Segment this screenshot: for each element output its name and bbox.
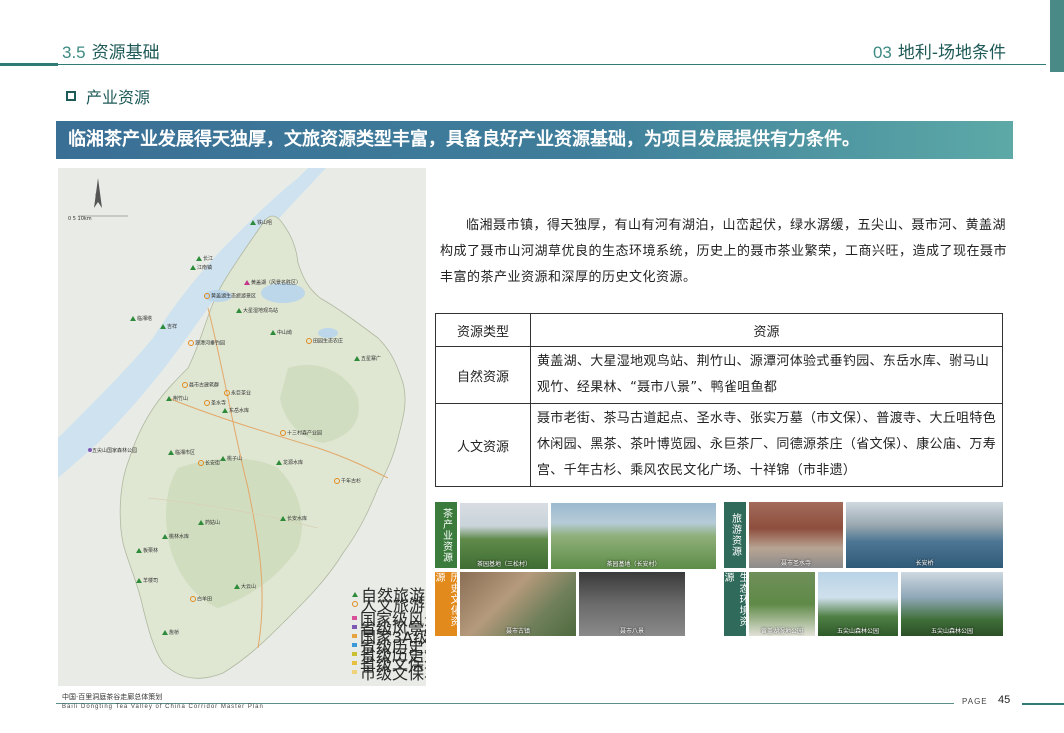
intro-paragraph: 临湘聂市镇，得天独厚，有山有河有湖泊，山峦起伏，绿水潺缓，五尖山、聂市河、黄盖湖…: [440, 218, 1008, 285]
photo-tea-garden-1: 茶园基地（三松村）: [460, 503, 548, 569]
photo-old-town: 聂市古镇: [460, 572, 576, 636]
header-divider: [0, 64, 1046, 65]
map-place: 长江: [196, 256, 213, 262]
table-cell-value: 黄盖湖、大星湿地观鸟站、荆竹山、源潭河体验式垂钓园、东岳水库、驸马山观竹、经果林…: [530, 346, 1003, 404]
map-place: 荆竹山: [166, 396, 188, 402]
map-scale-label: 0 5 10km: [68, 216, 92, 222]
section-header-left: 3.5 资源基础: [62, 38, 160, 63]
map-place: 长安水库: [280, 516, 307, 522]
map-place: 聂市古建筑群: [182, 382, 219, 389]
map-place: 桃子山: [220, 456, 242, 462]
map-place: 十三村森产业园: [280, 430, 322, 437]
footer-divider-accent: [1022, 703, 1064, 705]
section-header-title: 资源基础: [91, 43, 160, 63]
table-cell-type: 自然资源: [435, 346, 531, 404]
map-place: 临湘塔: [130, 316, 152, 322]
map-place: 大云山: [234, 584, 256, 590]
photo-caption: 聂市圣水寺: [780, 560, 811, 567]
map-place: 永巨茶业: [224, 390, 251, 397]
table-row: 人文资源 聂市老街、茶马古道起点、圣水寺、张实万墓（市文保）、普渡寺、大丘咀特色…: [435, 403, 1003, 487]
map-legend-item: 市级文保单位: [352, 660, 426, 684]
subsection-title-text: 产业资源: [86, 88, 151, 107]
svg-text:N: N: [95, 193, 100, 200]
section-number: 3.5: [62, 43, 86, 62]
map-place: 千年古杉: [334, 478, 361, 485]
map-place: 药姑山: [198, 520, 220, 526]
photo-caption: 黄盖湖湿地公园: [760, 628, 803, 635]
map-place: 五星寨广: [354, 356, 381, 362]
map-place: 白羊田: [190, 596, 212, 603]
photo-caption: 茶园基地（三松村）: [476, 561, 531, 568]
map-place: 黄盖湖生态旅游景区: [204, 293, 256, 300]
map-place: 板栗林: [136, 548, 158, 554]
table-row: 自然资源 黄盖湖、大星湿地观鸟站、荆竹山、源潭河体验式垂钓园、东岳水库、驸马山观…: [435, 346, 1003, 404]
map-place: 源潭河垂钓园: [188, 340, 225, 347]
tea-label: 茶产业资源: [435, 502, 457, 568]
photo-forest-park-2: 五尖山森林公园: [901, 572, 1003, 636]
map-place: 黄盖湖（风景名胜区）: [244, 280, 301, 286]
history-label: 历史文化资源: [433, 572, 459, 636]
photo-caption: 聂市八景: [619, 628, 644, 635]
table-cell-value: 聂市老街、茶马古道起点、圣水寺、张实万墓（市文保）、普渡寺、大丘咀特色休闲园、黑…: [530, 403, 1003, 487]
map-place: 五尖山国家森林公园: [88, 448, 137, 454]
map-place: 圣水寺: [204, 400, 226, 407]
photo-tea-garden-2: 茶园基地（长安村）: [551, 503, 716, 569]
resource-map: N 0 5 10km 黄盖湖（风景名胜区） 长江 铁山咀 江南镇 黄盖湖生态旅游…: [58, 168, 426, 686]
map-place: 铁山咀: [250, 220, 272, 226]
map-place: 长安街: [198, 460, 220, 467]
page-label: PAGE: [962, 697, 988, 706]
photo-bridge: 长安桥: [846, 502, 1003, 568]
photo-caption: 长安桥: [915, 560, 934, 567]
table-cell-type: 人文资源: [435, 403, 531, 487]
square-bullet-icon: [66, 91, 76, 101]
photo-wetland: 黄盖湖湿地公园: [749, 572, 815, 636]
photo-caption: 五尖山森林公园: [930, 628, 973, 635]
map-place: 东岳水库: [222, 408, 249, 414]
chapter-header-right: 03 地利-场地条件: [873, 38, 1006, 63]
subsection-title: 产业资源: [66, 84, 150, 108]
photo-forest-park-1: 五尖山森林公园: [818, 572, 898, 636]
photo-caption: 茶园基地（长安村）: [606, 561, 661, 568]
tourism-label: 旅游资源: [724, 502, 746, 568]
table-header-resource: 资源: [530, 313, 1003, 347]
chapter-number: 03: [872, 43, 892, 62]
map-place: 田园生态农庄: [306, 338, 343, 345]
footer-project-title: 中国·百里洞庭茶谷走廊总体策划: [62, 693, 163, 701]
map-place: 大星湿地观鸟站: [236, 308, 278, 314]
photo-temple: 聂市圣水寺: [749, 502, 843, 568]
page-number: 45: [998, 694, 1011, 706]
map-place: 桃林水库: [162, 534, 189, 540]
map-place: 临湘市区: [168, 450, 195, 456]
footer-project-title-en: Baili Dongting Tea Valley of China Corri…: [62, 704, 264, 710]
photo-caption: 五尖山森林公园: [836, 628, 879, 635]
summary-banner: 临湘茶产业发展得天独厚，文旅资源类型丰富，具备良好产业资源基础，为项目发展提供有…: [56, 121, 1013, 159]
table-header-row: 资源类型 资源: [435, 313, 1003, 347]
header-divider-accent: [0, 63, 58, 66]
map-place: 中山坳: [270, 330, 292, 336]
photo-eight-scenes: 聂市八景: [579, 572, 685, 636]
table-header-type: 资源类型: [435, 313, 531, 347]
chapter-title: 地利-场地条件: [897, 43, 1006, 63]
map-place: 江南镇: [190, 265, 212, 271]
edge-decor-bar: [1050, 0, 1064, 72]
map-place: 吉祥: [160, 324, 177, 330]
resource-table: 资源类型 资源 自然资源 黄盖湖、大星湿地观鸟站、荆竹山、源潭河体验式垂钓园、东…: [435, 313, 1003, 487]
map-place: 詹桥: [162, 630, 179, 636]
map-place: 龙源水库: [276, 460, 303, 466]
eco-label: 生态环境资源: [722, 572, 748, 636]
photo-caption: 聂市古镇: [505, 628, 530, 635]
map-place: 羊楼司: [136, 578, 158, 584]
